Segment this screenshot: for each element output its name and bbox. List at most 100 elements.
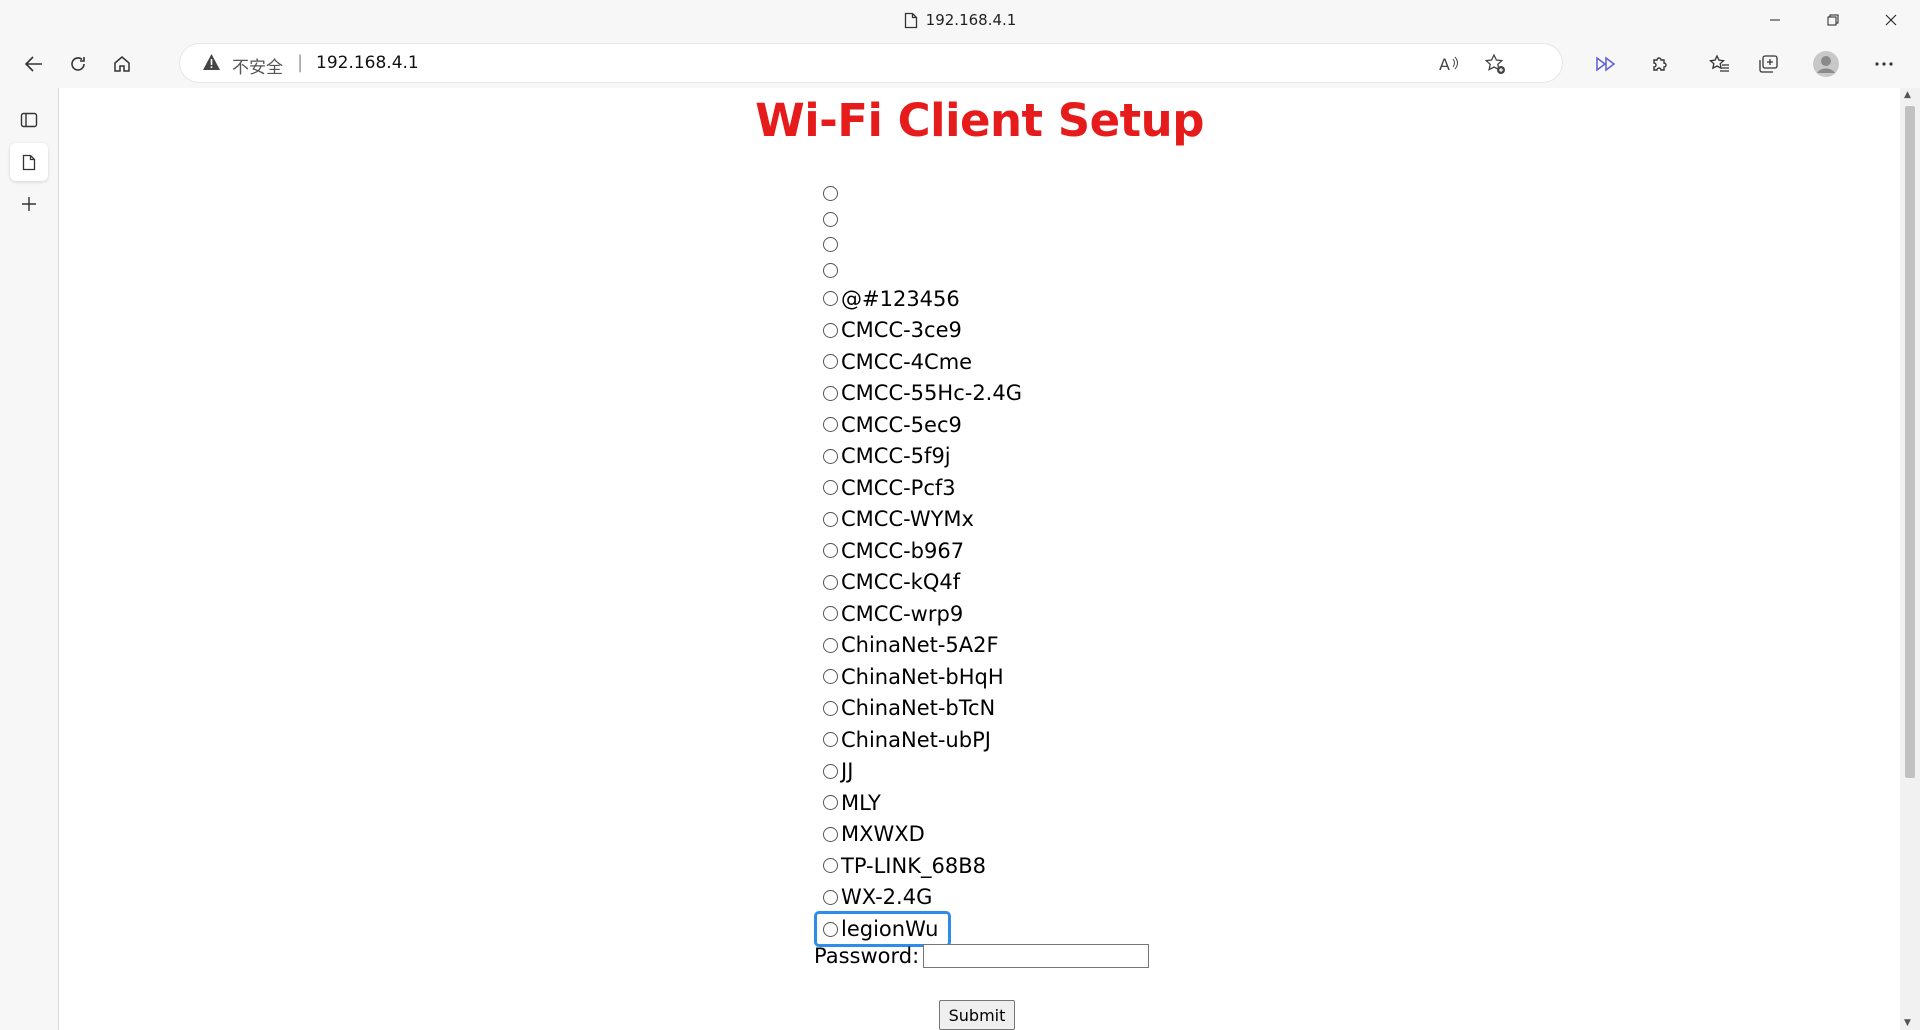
network-option[interactable]: WX-2.4G	[817, 882, 1022, 914]
network-option[interactable]: CMCC-55Hc-2.4G	[817, 378, 1022, 410]
tab-current[interactable]	[10, 143, 48, 181]
more-dots-icon	[1875, 62, 1893, 66]
network-radio[interactable]	[823, 385, 838, 401]
refresh-button[interactable]	[62, 48, 94, 80]
back-button[interactable]	[18, 48, 50, 80]
network-radio[interactable]	[823, 700, 838, 716]
network-radio[interactable]	[823, 574, 838, 590]
network-option[interactable]: MXWXD	[817, 819, 1022, 851]
network-radio[interactable]	[823, 795, 838, 811]
network-option[interactable]: CMCC-wrp9	[817, 598, 1022, 630]
security-label[interactable]: 不安全	[232, 53, 283, 78]
password-input[interactable]	[923, 944, 1150, 968]
network-option[interactable]: legionWu	[814, 911, 951, 947]
network-label[interactable]: MLY	[841, 791, 881, 815]
network-label[interactable]: CMCC-5f9j	[841, 444, 951, 468]
network-radio[interactable]	[823, 511, 838, 527]
network-option[interactable]: ChinaNet-bTcN	[817, 693, 1022, 725]
network-label[interactable]: legionWu	[841, 917, 938, 941]
network-label[interactable]: CMCC-5ec9	[841, 413, 962, 437]
network-radio[interactable]	[823, 322, 838, 338]
network-option[interactable]: MLY	[817, 787, 1022, 819]
network-label[interactable]: CMCC-kQ4f	[841, 570, 960, 594]
network-radio[interactable]	[823, 237, 838, 253]
favorites-button[interactable]	[1704, 48, 1736, 80]
network-label[interactable]: TP-LINK_68B8	[841, 854, 986, 878]
network-radio[interactable]	[823, 858, 838, 874]
extensions-button[interactable]	[1644, 48, 1676, 80]
network-radio[interactable]	[823, 186, 838, 202]
network-label[interactable]: CMCC-WYMx	[841, 507, 974, 531]
network-radio[interactable]	[823, 637, 838, 653]
tab-actions-button[interactable]	[10, 101, 48, 139]
network-option[interactable]: CMCC-4Cme	[817, 346, 1022, 378]
network-option[interactable]: @#123456	[817, 283, 1022, 315]
network-label[interactable]: ChinaNet-bTcN	[841, 696, 995, 720]
restore-button[interactable]	[1804, 0, 1862, 40]
network-option[interactable]	[817, 258, 1022, 284]
new-tab-button[interactable]	[10, 185, 48, 223]
collections-button[interactable]	[1752, 48, 1784, 80]
network-option[interactable]	[817, 207, 1022, 233]
star-add-icon	[1484, 53, 1505, 74]
read-aloud-toolbar-button[interactable]	[1590, 48, 1622, 80]
scroll-down-arrow-icon[interactable]: ▼	[1904, 1018, 1911, 1028]
network-option[interactable]: ChinaNet-5A2F	[817, 630, 1022, 662]
minimize-button[interactable]	[1746, 0, 1804, 40]
network-option[interactable]: TP-LINK_68B8	[817, 850, 1022, 882]
network-radio[interactable]	[823, 732, 838, 748]
network-radio[interactable]	[823, 211, 838, 227]
network-label[interactable]: CMCC-wrp9	[841, 602, 963, 626]
read-aloud-button[interactable]: A	[1436, 51, 1462, 77]
network-option[interactable]: CMCC-Pcf3	[817, 472, 1022, 504]
network-radio[interactable]	[823, 291, 838, 307]
network-radio[interactable]	[823, 448, 838, 464]
network-option[interactable]: CMCC-5f9j	[817, 441, 1022, 473]
network-label[interactable]: CMCC-4Cme	[841, 350, 972, 374]
warning-icon[interactable]	[202, 53, 221, 71]
network-label[interactable]: CMCC-55Hc-2.4G	[841, 381, 1022, 405]
network-radio[interactable]	[823, 480, 838, 496]
network-option[interactable]	[817, 232, 1022, 258]
network-label[interactable]: CMCC-3ce9	[841, 318, 962, 342]
network-option[interactable]: JJ	[817, 756, 1022, 788]
network-radio[interactable]	[823, 921, 838, 937]
close-button[interactable]	[1862, 0, 1920, 40]
network-option[interactable]: CMCC-3ce9	[817, 315, 1022, 347]
network-radio[interactable]	[823, 669, 838, 685]
network-label[interactable]: CMCC-b967	[841, 539, 964, 563]
network-label[interactable]: MXWXD	[841, 822, 925, 846]
network-radio[interactable]	[823, 763, 838, 779]
url-text[interactable]: 192.168.4.1	[316, 53, 419, 73]
vertical-scrollbar[interactable]: ▲ ▼	[1900, 88, 1920, 1030]
network-option[interactable]: CMCC-WYMx	[817, 504, 1022, 536]
add-favorite-button[interactable]	[1482, 51, 1508, 77]
network-label[interactable]: JJ	[841, 759, 853, 783]
network-option[interactable]	[817, 181, 1022, 207]
network-radio[interactable]	[823, 543, 838, 559]
network-label[interactable]: @#123456	[841, 287, 960, 311]
network-radio[interactable]	[823, 606, 838, 622]
network-radio[interactable]	[823, 417, 838, 433]
network-label[interactable]: CMCC-Pcf3	[841, 476, 956, 500]
home-button[interactable]	[106, 48, 138, 80]
network-label[interactable]: ChinaNet-ubPJ	[841, 728, 991, 752]
profile-button[interactable]	[1810, 48, 1842, 80]
scrollbar-thumb[interactable]	[1905, 106, 1915, 778]
network-option[interactable]: ChinaNet-bHqH	[817, 661, 1022, 693]
network-label[interactable]: ChinaNet-bHqH	[841, 665, 1004, 689]
submit-button[interactable]: Submit	[939, 1000, 1015, 1030]
network-option[interactable]: CMCC-5ec9	[817, 409, 1022, 441]
network-radio[interactable]	[823, 889, 838, 905]
network-option[interactable]: ChinaNet-ubPJ	[817, 724, 1022, 756]
scroll-up-arrow-icon[interactable]: ▲	[1904, 90, 1911, 100]
settings-more-button[interactable]	[1868, 48, 1900, 80]
network-radio[interactable]	[823, 262, 838, 278]
address-bar[interactable]: 不安全 | 192.168.4.1 A	[180, 44, 1562, 82]
network-radio[interactable]	[823, 354, 838, 370]
network-radio[interactable]	[823, 826, 838, 842]
network-option[interactable]: CMCC-kQ4f	[817, 567, 1022, 599]
network-option[interactable]: CMCC-b967	[817, 535, 1022, 567]
network-label[interactable]: WX-2.4G	[841, 885, 932, 909]
network-label[interactable]: ChinaNet-5A2F	[841, 633, 999, 657]
